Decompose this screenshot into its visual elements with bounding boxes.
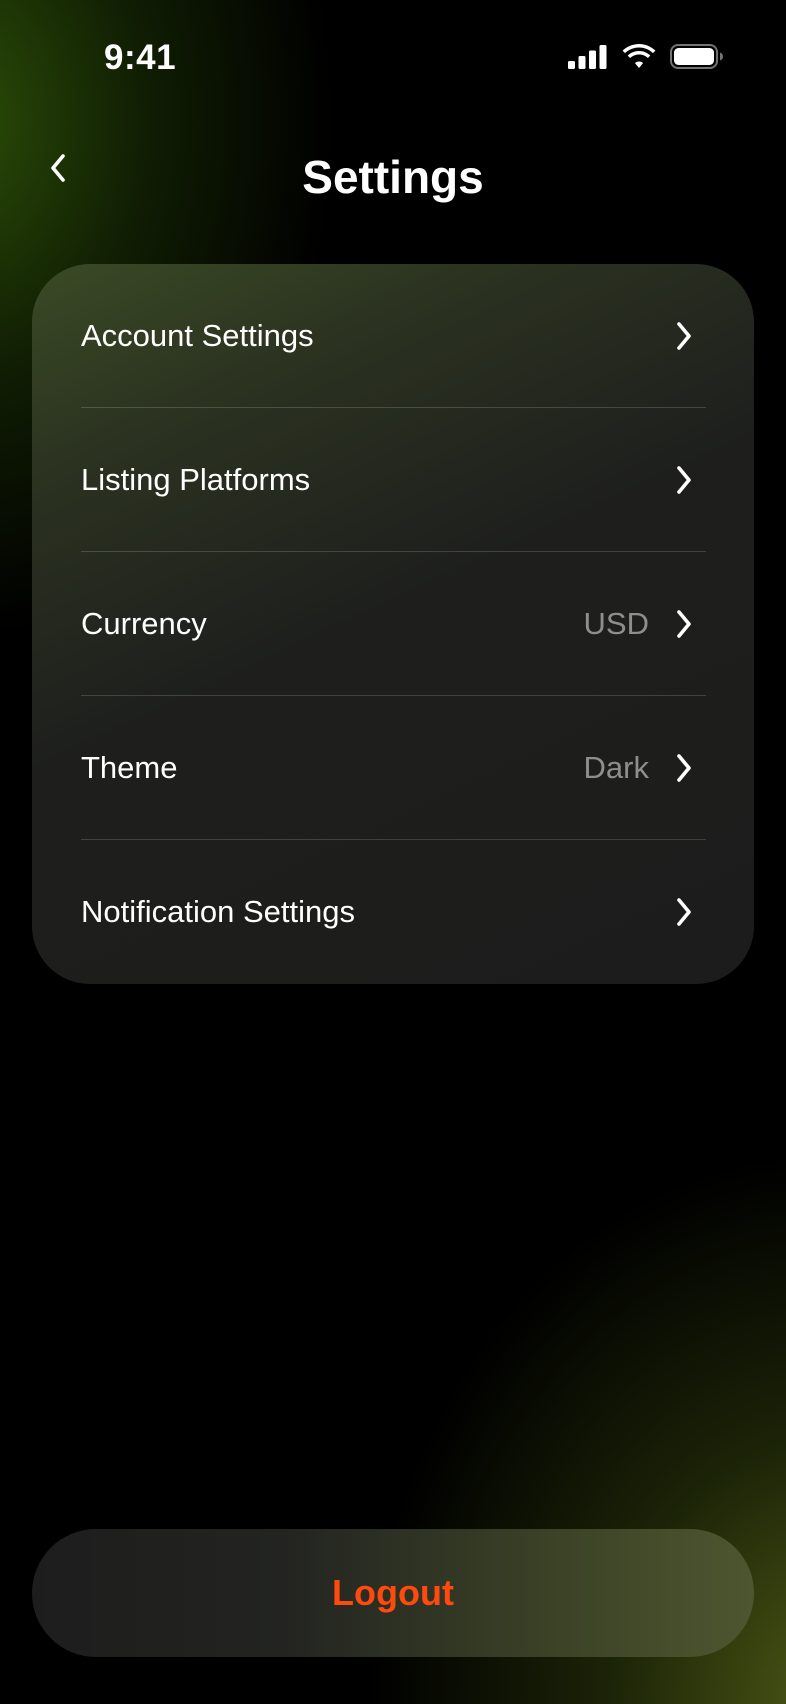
wifi-icon xyxy=(622,44,656,68)
chevron-right-icon xyxy=(677,754,691,782)
settings-row-label: Notification Settings xyxy=(81,894,355,929)
settings-row-account-settings[interactable]: Account Settings xyxy=(81,264,706,408)
currency-value: USD xyxy=(583,606,649,641)
logout-button[interactable]: Logout xyxy=(32,1529,754,1657)
settings-row-theme[interactable]: Theme Dark xyxy=(81,696,706,840)
settings-row-label: Currency xyxy=(81,606,207,641)
status-icons xyxy=(568,44,724,69)
battery-icon xyxy=(670,44,723,69)
settings-row-notification-settings[interactable]: Notification Settings xyxy=(81,840,706,984)
chevron-right-icon xyxy=(677,322,691,350)
chevron-right-icon xyxy=(677,898,691,926)
settings-card: Account Settings Listing Platforms Curre… xyxy=(32,264,754,984)
page-title: Settings xyxy=(302,151,484,203)
status-bar: 9:41 xyxy=(0,0,786,110)
settings-row-label: Account Settings xyxy=(81,318,314,353)
status-time: 9:41 xyxy=(104,38,177,77)
settings-row-listing-platforms[interactable]: Listing Platforms xyxy=(81,408,706,552)
chevron-right-icon xyxy=(677,466,691,494)
logout-label: Logout xyxy=(332,1572,454,1613)
settings-row-label: Listing Platforms xyxy=(81,462,311,497)
navigation-bar: Settings xyxy=(0,130,786,220)
cellular-signal-icon xyxy=(568,44,607,69)
theme-value: Dark xyxy=(583,750,649,785)
chevron-right-icon xyxy=(677,610,691,638)
settings-row-label: Theme xyxy=(81,750,178,785)
settings-row-currency[interactable]: Currency USD xyxy=(81,552,706,696)
